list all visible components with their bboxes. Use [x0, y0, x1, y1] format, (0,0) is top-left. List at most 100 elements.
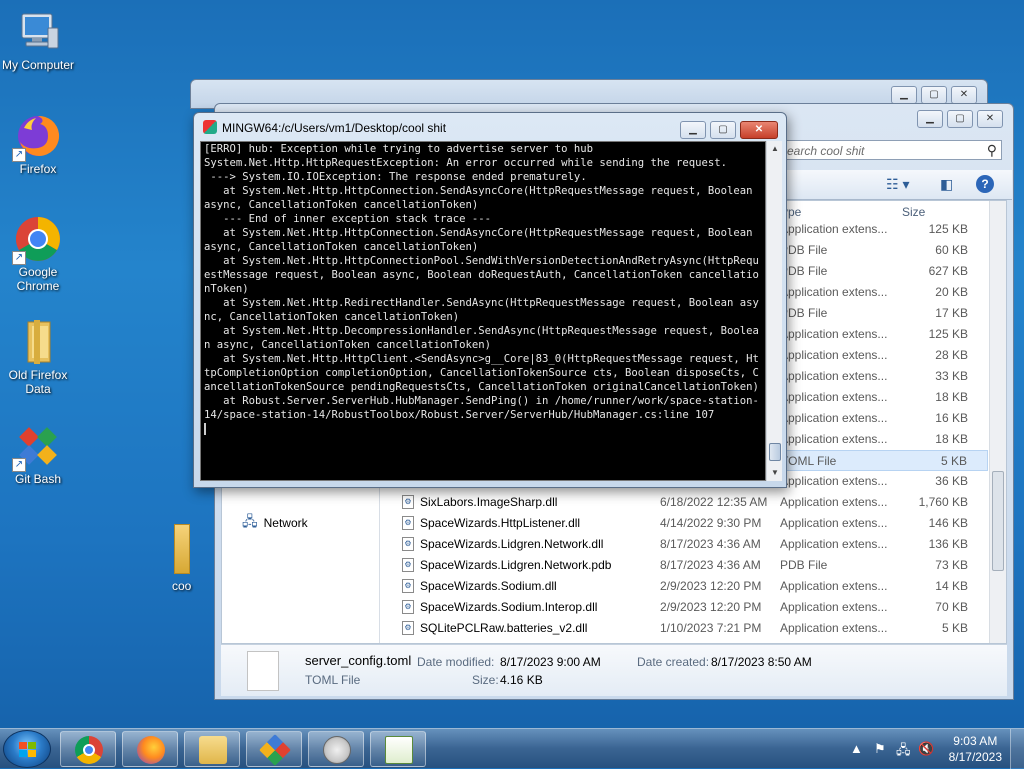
scroll-up-arrow-icon[interactable]: ▲: [768, 142, 782, 156]
minimize-button[interactable]: ▁: [917, 110, 943, 128]
taskbar-chrome[interactable]: [60, 731, 116, 767]
file-type: Application extens...: [780, 579, 888, 593]
file-icon: ⚙: [402, 516, 414, 530]
show-desktop-button[interactable]: [1010, 729, 1024, 769]
file-row[interactable]: ⚙ SpaceWizards.Sodium.Interop.dll 2/9/2023…: [398, 597, 988, 618]
terminal-scrollbar[interactable]: ▲ ▼: [766, 141, 782, 481]
details-pane: server_config.toml TOML File Date modifi…: [221, 644, 1007, 696]
desktop-icon-old-firefox-data[interactable]: Old Firefox Data: [0, 318, 76, 396]
taskbar-explorer[interactable]: [184, 731, 240, 767]
desktop-icon-chrome[interactable]: ↗ Google Chrome: [0, 215, 76, 293]
terminal-text: [ERRO] hub: Exception while trying to ad…: [204, 143, 759, 421]
minimize-button[interactable]: ▁: [680, 121, 706, 139]
file-size: 125 KB: [928, 327, 968, 341]
clock[interactable]: 9:03 AM 8/17/2023: [949, 733, 1002, 765]
volume-muted-icon[interactable]: 🔇: [918, 741, 934, 757]
file-size: 20 KB: [935, 285, 968, 299]
git-bash-icon: [259, 734, 291, 766]
shortcut-arrow-icon: ↗: [12, 251, 26, 265]
file-row[interactable]: ⚙ SpaceWizards.Lidgren.Network.dll 8/17/20…: [398, 534, 988, 555]
file-size: 125 KB: [928, 222, 968, 236]
file-row[interactable]: ⚙ SpaceWizards.Sodium.dll 2/9/2023 12:20 P…: [398, 576, 988, 597]
desktop-folder-partial[interactable]: [174, 524, 190, 574]
file-date: 2/9/2023 12:20 PM: [660, 579, 762, 593]
search-input[interactable]: earch cool shit ⚲: [780, 140, 1002, 160]
maximize-button[interactable]: ▢: [947, 110, 973, 128]
desktop-icon-git-bash[interactable]: ↗ Git Bash: [0, 422, 76, 486]
close-button[interactable]: ✕: [977, 110, 1003, 128]
start-button[interactable]: [3, 730, 51, 768]
vertical-scrollbar[interactable]: [989, 201, 1006, 643]
file-icon: ⚙: [402, 579, 414, 593]
folder-icon: [14, 318, 62, 366]
file-icon: ⚙: [402, 621, 414, 635]
maximize-button[interactable]: ▢: [710, 121, 736, 139]
help-icon[interactable]: ?: [976, 175, 994, 193]
close-button[interactable]: ✕: [740, 121, 778, 139]
desktop-icon-label: Google Chrome: [16, 265, 60, 293]
taskbar-git-bash[interactable]: [246, 731, 302, 767]
file-name: SpaceWizards.Sodium.Interop.dll: [420, 600, 598, 614]
clock-date: 8/17/2023: [948, 750, 1002, 764]
windows-logo-icon: [19, 742, 37, 758]
file-row[interactable]: ⚙ SQLitePCLRaw.batteries_v2.dll 1/10/2023 …: [398, 618, 988, 639]
file-size: 14 KB: [935, 579, 968, 593]
view-options-icon[interactable]: ☷ ▾: [886, 176, 909, 193]
taskbar-app-gauge[interactable]: [308, 731, 364, 767]
taskbar: ▲ ⚑ 🖧 🔇 9:03 AM 8/17/2023: [0, 728, 1024, 769]
details-filename: server_config.toml: [305, 653, 412, 668]
shortcut-arrow-icon: ↗: [12, 148, 26, 162]
file-type: Application extens...: [780, 432, 888, 446]
file-icon: ⚙: [402, 600, 414, 614]
taskbar-notepad[interactable]: [370, 731, 426, 767]
file-row[interactable]: ⚙ SpaceWizards.Lidgren.Network.pdb 8/17/20…: [398, 555, 988, 576]
folder-icon: [199, 736, 227, 764]
action-center-icon[interactable]: ⚑: [874, 741, 886, 757]
details-size-label: Size:: [472, 673, 499, 687]
close-button[interactable]: ✕: [951, 86, 977, 104]
terminal-window[interactable]: MINGW64:/c/Users/vm1/Desktop/cool shit ▁…: [193, 112, 787, 488]
terminal-output[interactable]: [ERRO] hub: Exception while trying to ad…: [200, 141, 766, 481]
desktop-icon-firefox[interactable]: ↗ Firefox: [0, 112, 76, 176]
file-row[interactable]: ⚙ SixLabors.ImageSharp.dll 6/18/2022 12:35…: [398, 492, 988, 513]
file-date: 6/18/2022 12:35 AM: [660, 495, 768, 509]
scrollbar-thumb[interactable]: [769, 443, 781, 461]
file-name: SpaceWizards.Lidgren.Network.dll: [420, 537, 604, 551]
system-tray: ▲ ⚑ 🖧 🔇 9:03 AM 8/17/2023: [834, 729, 1024, 769]
minimize-button[interactable]: ▁: [891, 86, 917, 104]
taskbar-firefox[interactable]: [122, 731, 178, 767]
firefox-icon: [137, 736, 165, 764]
file-type: Application extens...: [780, 516, 888, 530]
maximize-button[interactable]: ▢: [921, 86, 947, 104]
search-icon[interactable]: ⚲: [987, 142, 997, 159]
file-date: 1/10/2023 7:21 PM: [660, 621, 762, 635]
file-size: 28 KB: [935, 348, 968, 362]
file-type: Application extens...: [780, 285, 888, 299]
file-size: 5 KB: [941, 621, 968, 635]
desktop-icon-my-computer[interactable]: My Computer: [0, 8, 76, 72]
details-modified-label: Date modified:: [417, 655, 495, 669]
chrome-icon: [75, 736, 103, 764]
nav-item-network[interactable]: 🖧 Network: [242, 511, 308, 535]
network-icon[interactable]: 🖧: [896, 741, 911, 763]
file-date: 2/9/2023 12:20 PM: [660, 600, 762, 614]
file-size: 18 KB: [935, 432, 968, 446]
file-size: 73 KB: [935, 558, 968, 572]
show-hidden-icons-icon[interactable]: ▲: [850, 741, 863, 756]
details-modified-value: 8/17/2023 9:00 AM: [500, 655, 601, 669]
file-size: 16 KB: [935, 411, 968, 425]
column-header-size[interactable]: Size: [902, 205, 925, 219]
file-icon: ⚙: [402, 537, 414, 551]
file-type: Application extens...: [780, 411, 888, 425]
scroll-down-arrow-icon[interactable]: ▼: [768, 466, 782, 480]
computer-icon: [14, 8, 62, 56]
file-type: PDB File: [780, 558, 828, 572]
scrollbar-thumb[interactable]: [992, 471, 1004, 571]
file-row[interactable]: ⚙ SpaceWizards.HttpListener.dll 4/14/2022 …: [398, 513, 988, 534]
file-size: 60 KB: [935, 243, 968, 257]
desktop-icon-label: Git Bash: [14, 472, 62, 486]
preview-pane-icon[interactable]: ◧: [940, 176, 953, 193]
file-name: SpaceWizards.HttpListener.dll: [420, 516, 581, 530]
desktop-icon-label: Firefox: [19, 162, 57, 176]
file-type: PDB File: [780, 243, 828, 257]
